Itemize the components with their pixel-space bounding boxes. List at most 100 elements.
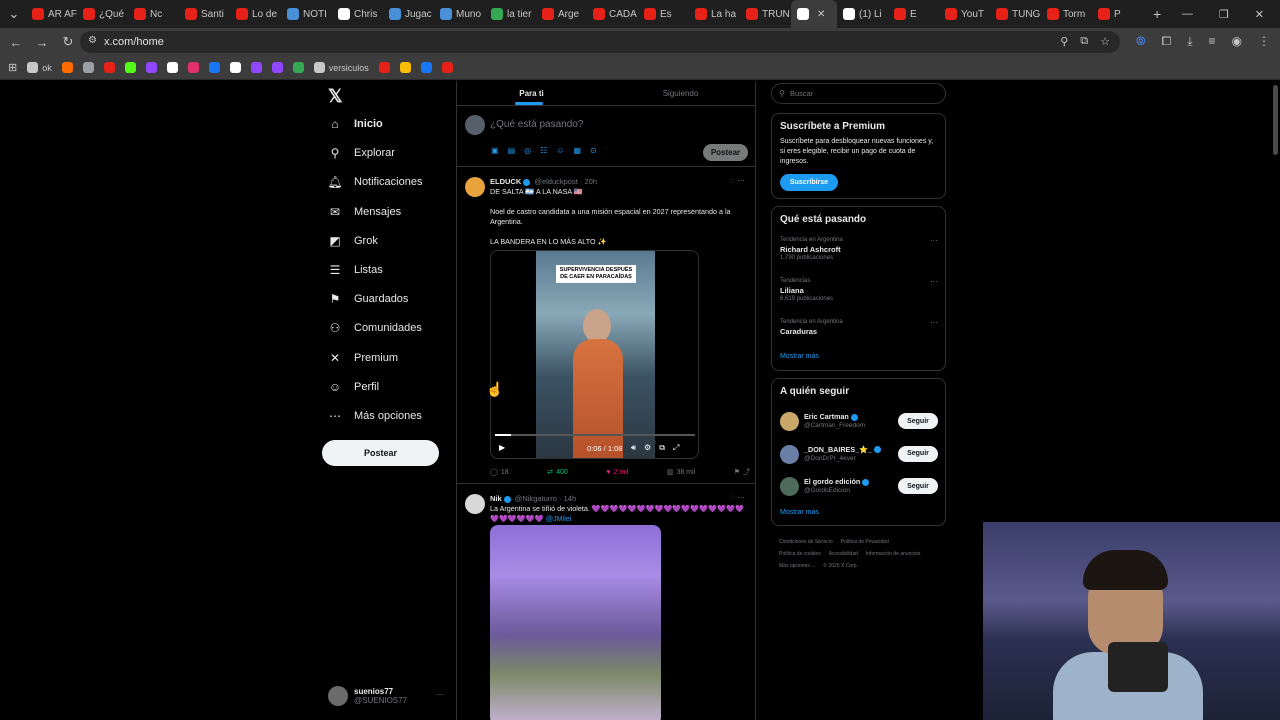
poll-icon[interactable]: ☷ <box>540 146 547 155</box>
nav-item-explorar[interactable]: ⚲ Explorar <box>328 146 395 160</box>
tweet-more-icon[interactable]: ◌ ⋯ <box>730 493 745 502</box>
browser-tab[interactable]: Chris <box>332 0 383 28</box>
bookmark-item[interactable]: ok <box>27 62 52 73</box>
footer-link[interactable]: Accesibilidad <box>829 548 858 560</box>
bookmark-item[interactable] <box>208 62 220 73</box>
tweet-author-handle[interactable]: @elduckpost · 20h <box>534 177 597 186</box>
nav-item-grok[interactable]: ◩ Grok <box>328 234 378 248</box>
mention-link[interactable]: @JMilei <box>546 514 572 523</box>
footer-link[interactable]: Condiciones de Servicio <box>779 536 833 548</box>
fullscreen-icon[interactable]: ⤢ <box>673 443 679 453</box>
puzzle-icon[interactable]: ⧠ <box>1162 34 1172 49</box>
nav-item-listas[interactable]: ☰ Listas <box>328 263 383 277</box>
grok-icon[interactable]: ◎ <box>524 146 531 155</box>
follow-avatar[interactable] <box>780 444 799 464</box>
bookmark-item[interactable] <box>145 62 157 73</box>
follow-name[interactable]: El gordo edición <box>804 477 871 486</box>
emoji-icon[interactable]: ☺ <box>556 146 564 155</box>
bookmark-item[interactable] <box>399 62 411 73</box>
apps-icon[interactable]: ⊞ <box>8 61 17 74</box>
follow-suggestion[interactable]: _DON_BAIRES_⭐_ @DonDrPr_4ever Seguir <box>780 443 940 465</box>
search-input[interactable]: ⚲ Buscar <box>771 83 946 104</box>
tab-search-icon[interactable]: ⌄ <box>2 6 26 22</box>
browser-tab[interactable]: E <box>888 0 939 28</box>
tweet[interactable]: Nik @Nikgaturro · 14h ◌ ⋯ La Argentina s… <box>457 484 755 720</box>
bookmark-item[interactable] <box>292 62 304 73</box>
settings-icon[interactable]: ⚙ <box>644 443 651 453</box>
bookmark-item[interactable]: versiculos <box>313 62 369 73</box>
x-logo-icon[interactable]: 𝕏 <box>328 86 343 107</box>
bookmark-item[interactable] <box>82 62 94 73</box>
tweet-author-name[interactable]: Nik <box>490 494 502 503</box>
nav-item-inicio[interactable]: ⌂ Inicio <box>328 117 382 131</box>
volume-icon[interactable]: 🔊︎ <box>631 443 636 453</box>
tweet-image[interactable] <box>490 525 661 720</box>
menu-icon[interactable]: ⋮ <box>1258 34 1270 49</box>
schedule-icon[interactable]: ▦ <box>573 146 581 155</box>
follow-avatar[interactable] <box>780 412 799 431</box>
account-more-icon[interactable]: ⋯ <box>436 690 444 699</box>
trend-item[interactable]: Tendencia en Argentina Richard Ashcroft 1.… <box>780 236 938 263</box>
follow-button[interactable]: Seguir <box>898 478 938 494</box>
browser-tab[interactable]: Nc <box>128 0 179 28</box>
nav-item-mensajes[interactable]: ✉ Mensajes <box>328 205 401 219</box>
media-icon[interactable]: ▣ <box>491 146 499 155</box>
back-icon[interactable]: ← <box>4 35 28 50</box>
bookmark-item[interactable] <box>378 62 390 73</box>
browser-tab[interactable]: la tier <box>485 0 536 28</box>
pip-icon[interactable]: ⧉ <box>659 443 665 453</box>
follow-name[interactable]: Eric Cartman <box>804 412 860 421</box>
browser-tab[interactable]: Arge <box>536 0 587 28</box>
browser-tab[interactable]: CADA <box>587 0 638 28</box>
trend-more-icon[interactable]: ⋯ <box>930 318 938 327</box>
site-info-icon[interactable]: ⚙ <box>88 35 97 46</box>
bookmark-item[interactable] <box>441 62 453 73</box>
download-icon[interactable]: ⤓ <box>1187 34 1192 49</box>
zoom-icon[interactable]: ⚲ <box>1060 35 1068 48</box>
browser-tab[interactable]: Es <box>638 0 689 28</box>
bookmark-item[interactable] <box>124 62 136 73</box>
new-tab-button[interactable]: + <box>1143 6 1171 22</box>
nav-item-más-opciones[interactable]: ⋯ Más opciones <box>328 409 422 423</box>
reload-icon[interactable]: ↻ <box>56 34 80 50</box>
reply-button[interactable]: ◯ 18 <box>490 467 509 477</box>
browser-tab[interactable]: ✕ <box>791 0 837 28</box>
repost-button[interactable]: ⇄ 400 <box>547 467 568 477</box>
trends-show-more[interactable]: Mostrar más <box>780 353 819 360</box>
bookmark-item[interactable] <box>420 62 432 73</box>
nav-item-premium[interactable]: ✕ Premium <box>328 351 398 365</box>
trend-more-icon[interactable]: ⋯ <box>930 277 938 286</box>
browser-tab[interactable]: P <box>1092 0 1143 28</box>
trend-item[interactable]: Tendencias Liliana 6.619 publicaciones ⋯ <box>780 277 938 304</box>
nav-item-comunidades[interactable]: ⚇ Comunidades <box>328 321 422 335</box>
bookmark-item[interactable] <box>103 62 115 73</box>
views-button[interactable]: ▥ 38 mil <box>667 467 695 477</box>
browser-tab[interactable]: Lo de <box>230 0 281 28</box>
nav-item-guardados[interactable]: ⚑ Guardados <box>328 292 409 306</box>
compose-post-button[interactable]: Postear <box>703 144 748 161</box>
compose-input[interactable]: ¿Qué está pasando? <box>490 119 583 130</box>
tab-for-you[interactable]: Para ti <box>457 81 606 105</box>
bookmark-item[interactable] <box>187 62 199 73</box>
gif-icon[interactable]: ▤ <box>508 146 516 155</box>
minimize-icon[interactable]: — <box>1182 8 1193 20</box>
browser-tab[interactable]: (1) Li <box>837 0 888 28</box>
post-button[interactable]: Postear <box>322 440 439 466</box>
footer-link[interactable]: Política de Privacidad <box>841 536 889 548</box>
follow-button[interactable]: Seguir <box>898 445 938 462</box>
browser-tab[interactable]: Santi <box>179 0 230 28</box>
url-field[interactable]: ⚙ x.com/home ⚲ ⧉ ☆ <box>80 31 1120 53</box>
follow-suggestion[interactable]: Eric Cartman @Cartman_Freedom Seguir <box>780 410 940 432</box>
tweet[interactable]: ELDUCK @elduckpost · 20h ◌ ⋯ DE SALTA 🇦🇷… <box>457 167 755 484</box>
browser-tab[interactable]: TRUN <box>740 0 791 28</box>
browser-tab[interactable]: Jugac <box>383 0 434 28</box>
tweet-author-name[interactable]: ELDUCK <box>490 177 521 186</box>
trend-item[interactable]: Tendencia en Argentina Caraduras ⋯ <box>780 318 938 336</box>
browser-tab[interactable]: La ha <box>689 0 740 28</box>
subscribe-button[interactable]: Suscribirse <box>780 174 838 191</box>
video-progress-bar[interactable] <box>495 434 695 436</box>
nav-item-notificaciones[interactable]: 🔔︎ Notificaciones <box>327 175 422 189</box>
browser-tab[interactable]: NOTI <box>281 0 332 28</box>
bookmark-item[interactable] <box>250 62 262 73</box>
browser-tab[interactable]: TUNG <box>990 0 1041 28</box>
